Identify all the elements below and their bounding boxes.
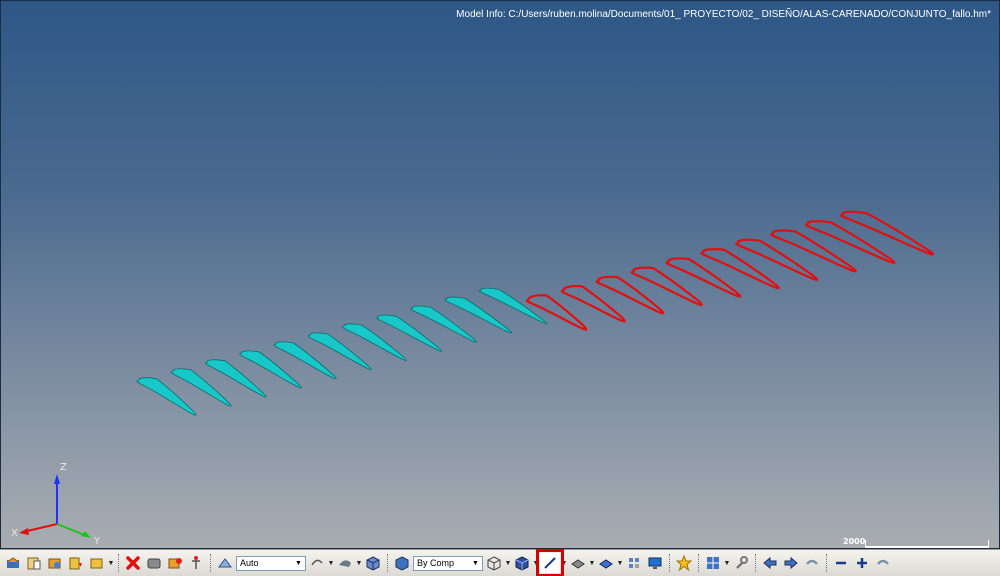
toolbar-separator <box>387 554 388 572</box>
surface-display-icon[interactable] <box>568 553 588 573</box>
scale-label: 2000 <box>843 537 866 546</box>
connector-icon[interactable] <box>186 553 206 573</box>
scale-bar: 2000 <box>839 537 991 548</box>
grid-view-dropdown[interactable]: ▼ <box>724 553 731 573</box>
outline-airfoil-group <box>525 210 934 331</box>
redo-view-icon[interactable] <box>873 553 893 573</box>
line-display-dropdown[interactable]: ▼ <box>561 553 568 573</box>
z-axis-label: Z <box>60 462 67 473</box>
outline-airfoil-section[interactable] <box>665 257 742 298</box>
grid-view-icon[interactable] <box>703 553 723 573</box>
rotate-icon[interactable] <box>307 553 327 573</box>
toolbar-separator <box>698 554 699 572</box>
bottom-toolbar: ▼ Auto ▼ ▼ ▼ By Comp ▼ ▼ ▼ ▼ ▼ ▼ ▼ <box>0 549 1000 576</box>
next-view-icon[interactable] <box>781 553 801 573</box>
camera-icon[interactable] <box>335 553 355 573</box>
y-axis-label: Y <box>93 536 101 546</box>
folder-menu-dropdown[interactable]: ▼ <box>108 553 115 573</box>
toolbar-separator <box>210 554 211 572</box>
wireframe-icon[interactable] <box>484 553 504 573</box>
z-axis-arrow <box>54 474 60 484</box>
shaded-dropdown[interactable]: ▼ <box>533 553 540 573</box>
element-display-icon[interactable] <box>624 553 644 573</box>
save-down-icon[interactable] <box>66 553 86 573</box>
x-axis-arrow <box>19 528 29 535</box>
solid-display-icon[interactable] <box>596 553 616 573</box>
chevron-down-icon: ▼ <box>472 559 479 567</box>
view-mode-icon[interactable] <box>215 553 235 573</box>
color-mode-icon[interactable] <box>392 553 412 573</box>
toolbar-separator <box>755 554 756 572</box>
rotate-dropdown[interactable]: ▼ <box>328 553 335 573</box>
open-model-icon[interactable] <box>3 553 23 573</box>
x-axis-label: X <box>11 528 18 539</box>
wireframe-dropdown[interactable]: ▼ <box>505 553 512 573</box>
previous-view-icon[interactable] <box>760 553 780 573</box>
monitor-icon[interactable] <box>645 553 665 573</box>
solid-airfoil-group <box>136 287 548 416</box>
shaded-icon[interactable] <box>512 553 532 573</box>
axis-triad: Z X Y <box>11 462 101 546</box>
toolbar-separator <box>826 554 827 572</box>
graphics-viewport[interactable]: Model Info: C:/Users/ruben.molina/Docume… <box>0 0 1000 549</box>
zoom-out-icon[interactable] <box>831 553 851 573</box>
scale-line <box>865 540 989 548</box>
model-scene[interactable] <box>1 1 1000 549</box>
folder-menu-icon[interactable] <box>87 553 107 573</box>
toolbar-separator <box>669 554 670 572</box>
chevron-down-icon: ▼ <box>295 559 302 567</box>
view-select[interactable]: Auto ▼ <box>236 555 306 571</box>
mask-icon[interactable] <box>144 553 164 573</box>
export-icon[interactable] <box>45 553 65 573</box>
wrench-icon[interactable] <box>731 553 751 573</box>
delete-icon[interactable] <box>123 553 143 573</box>
undo-view-icon[interactable] <box>802 553 822 573</box>
cube-icon[interactable] <box>363 553 383 573</box>
view-select-value: Auto <box>240 558 259 568</box>
color-select-value: By Comp <box>417 558 455 568</box>
favorite-star-icon[interactable] <box>674 553 694 573</box>
outline-airfoil-section[interactable] <box>700 248 780 290</box>
line-display-icon[interactable] <box>536 549 564 576</box>
solid-display-dropdown[interactable]: ▼ <box>617 553 624 573</box>
outline-airfoil-section[interactable] <box>735 238 819 281</box>
toolbar-separator <box>118 554 119 572</box>
surface-display-dropdown[interactable]: ▼ <box>589 553 596 573</box>
outline-airfoil-section[interactable] <box>839 210 934 256</box>
color-select[interactable]: By Comp ▼ <box>413 555 483 571</box>
y-axis-arrow <box>81 531 91 538</box>
organize-icon[interactable] <box>165 553 185 573</box>
import-icon[interactable] <box>24 553 44 573</box>
camera-dropdown[interactable]: ▼ <box>356 553 363 573</box>
solid-airfoil-section[interactable] <box>136 377 197 416</box>
zoom-in-icon[interactable] <box>852 553 872 573</box>
outline-airfoil-section[interactable] <box>525 294 588 331</box>
